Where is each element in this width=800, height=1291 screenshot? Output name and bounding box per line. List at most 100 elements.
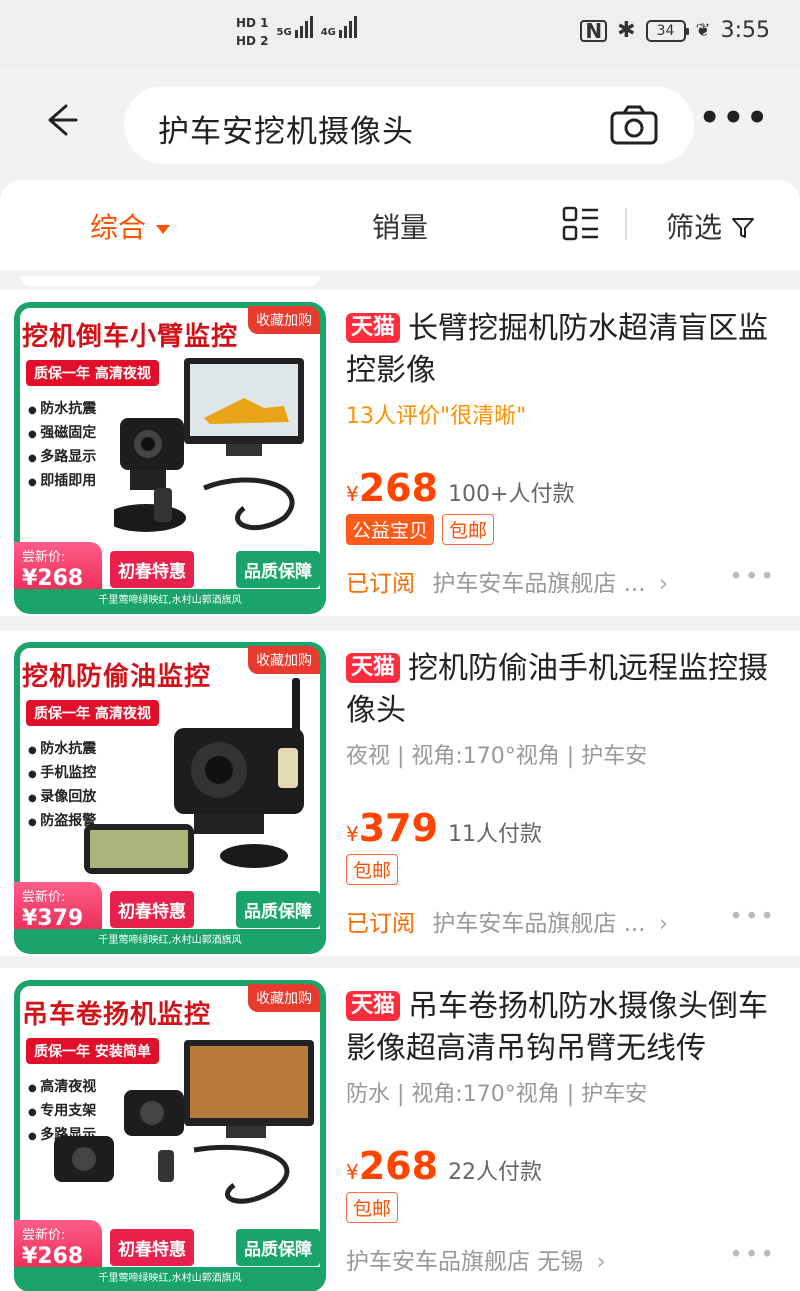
product-card[interactable]: 吊车卷扬机监控 收藏加购 质保一年 安装简单 高清夜视 专用支架 多路显示 尝新…: [0, 968, 800, 1291]
product-sales: 11人付款: [448, 822, 543, 847]
product-title[interactable]: 天猫 长臂挖掘机防水超清盲区监控影像: [346, 308, 786, 392]
shop-row[interactable]: 已订阅 护车安车品旗舰店 ... › •••: [346, 564, 786, 598]
camera-icon[interactable]: [610, 105, 658, 145]
wireless-camera-image: [84, 678, 304, 874]
thumb-footer-text: 千里莺啼绿映红,水村山郭酒旗风: [14, 589, 326, 608]
tab-sales-label: 销量: [372, 211, 429, 244]
clock: 3:55: [720, 18, 770, 43]
thumb-fav-badge: 收藏加购: [248, 984, 320, 1012]
currency-symbol: ¥: [346, 482, 359, 506]
tab-comprehensive-label: 综合: [90, 211, 147, 244]
thumb-headline: 吊车卷扬机监控: [22, 1000, 212, 1030]
thumb-feature: 防水抗震: [28, 398, 96, 422]
divider-strip: [20, 276, 320, 286]
tmall-badge: 天猫: [346, 991, 401, 1021]
product-info: 天猫 吊车卷扬机防水摄像头倒车影像超高清吊钩吊臂无线传 防水 | 视角:170°视…: [346, 986, 786, 1275]
chevron-right-icon: ›: [658, 911, 669, 937]
free-shipping-tag: 包邮: [442, 514, 495, 545]
product-sales: 22人付款: [448, 1160, 543, 1185]
tab-sales[interactable]: 销量: [372, 206, 428, 246]
product-sales: 100+人付款: [448, 482, 575, 507]
tab-filter[interactable]: 筛选: [666, 206, 755, 246]
shop-row[interactable]: 已订阅 护车安车品旗舰店 ... › •••: [346, 904, 786, 938]
product-review-summary: 13人评价"很清晰": [346, 404, 527, 429]
thumb-price-label: 尝新价:: [22, 890, 66, 905]
thumb-feature: 强磁固定: [28, 422, 96, 446]
thumb-price-value: ¥268: [22, 566, 84, 591]
subscribed-label: 已订阅: [346, 911, 415, 937]
shop-row[interactable]: 护车安车品旗舰店 无锡 › •••: [346, 1242, 786, 1276]
thumb-fav-badge: 收藏加购: [248, 306, 320, 334]
price-row: ¥ 268 22人付款: [346, 1144, 542, 1188]
thumb-spring-sale: 初春特惠: [110, 891, 194, 928]
sort-tabs: 综合 销量 筛选: [0, 180, 800, 270]
free-shipping-tag: 包邮: [346, 1192, 399, 1223]
battery-icon: 34: [645, 19, 689, 42]
net-4g-label: 4G: [320, 27, 336, 38]
search-input[interactable]: 护车安挖机摄像头: [124, 86, 694, 164]
product-title[interactable]: 天猫 吊车卷扬机防水摄像头倒车影像超高清吊钩吊臂无线传: [346, 986, 786, 1070]
currency-symbol: ¥: [346, 1160, 359, 1184]
thumb-price-value: ¥268: [22, 1244, 84, 1269]
thumb-price-label: 尝新价:: [22, 550, 66, 565]
shop-name: 护车安车品旗舰店 无锡: [346, 1249, 584, 1275]
nfc-icon: N: [580, 19, 608, 42]
caret-down-icon: [156, 224, 171, 234]
thumb-footer-text: 千里莺啼绿映红,水村山郭酒旗风: [14, 929, 326, 948]
product-attributes: 夜视 | 视角:170°视角 | 护车安: [346, 744, 648, 769]
tmall-badge: 天猫: [346, 313, 401, 343]
battery-level: 34: [656, 22, 675, 39]
product-thumbnail[interactable]: 挖机倒车小臂监控 收藏加购 质保一年 高清夜视 防水抗震 强磁固定 多路显示 即…: [14, 302, 326, 614]
signal-5g-icon: 5G: [277, 14, 313, 38]
product-card[interactable]: 挖机倒车小臂监控 收藏加购 质保一年 高清夜视 防水抗震 强磁固定 多路显示 即…: [0, 290, 800, 616]
more-options-icon[interactable]: •••: [729, 904, 776, 930]
product-price: 268: [358, 466, 439, 510]
tab-filter-label: 筛选: [666, 211, 723, 244]
leaf-icon: ❦: [695, 20, 711, 41]
product-info: 天猫 长臂挖掘机防水超清盲区监控影像 13人评价"很清晰" ¥ 268 100+人…: [346, 308, 786, 597]
currency-symbol: ¥: [346, 822, 359, 846]
product-thumbnail[interactable]: 吊车卷扬机监控 收藏加购 质保一年 安装简单 高清夜视 专用支架 多路显示 尝新…: [14, 980, 326, 1291]
product-title[interactable]: 天猫 挖机防偷油手机远程监控摄像头: [346, 648, 786, 732]
back-arrow-icon[interactable]: [40, 100, 80, 140]
list-view-icon[interactable]: [562, 206, 600, 242]
thumb-headline: 挖机倒车小臂监控: [22, 322, 239, 352]
net-5g-label: 5G: [276, 27, 292, 38]
thumb-quality: 品质保障: [236, 891, 320, 928]
chevron-right-icon: ›: [596, 1249, 606, 1275]
tmall-badge: 天猫: [346, 653, 401, 683]
product-thumbnail[interactable]: 挖机防偷油监控 收藏加购 质保一年 高清夜视 防水抗震 手机监控 录像回放 防盗…: [14, 642, 326, 954]
price-row: ¥ 379 11人付款: [346, 806, 542, 850]
charity-tag: 公益宝贝: [346, 514, 435, 545]
thumb-price-label: 尝新价:: [22, 1228, 66, 1243]
product-attributes: 防水 | 视角:170°视角 | 护车安: [346, 1082, 648, 1107]
subscribed-label: 已订阅: [346, 571, 415, 597]
product-tags: 包邮: [346, 1192, 399, 1223]
thumb-features: 防水抗震 强磁固定 多路显示 即插即用: [28, 398, 96, 494]
signal-4g-icon: 4G: [321, 14, 357, 38]
product-tags: 公益宝贝 包邮: [346, 514, 495, 545]
more-options-icon[interactable]: •••: [729, 1242, 776, 1268]
hd1-label: HD 1: [236, 16, 269, 30]
thumb-feature: 多路显示: [28, 446, 96, 470]
free-shipping-tag: 包邮: [346, 854, 399, 885]
hd-indicator: HD 1 HD 2: [236, 14, 269, 50]
product-title-text: 吊车卷扬机防水摄像头倒车影像超高清吊钩吊臂无线传: [346, 989, 769, 1066]
thumb-footer-text: 千里莺啼绿映红,水村山郭酒旗风: [14, 1267, 326, 1286]
price-row: ¥ 268 100+人付款: [346, 466, 575, 510]
product-title-text: 长臂挖掘机防水超清盲区监控影像: [346, 311, 769, 388]
shop-name: 护车安车品旗舰店 ...: [432, 571, 646, 597]
monitor-camera-image: [114, 358, 304, 532]
tab-comprehensive[interactable]: 综合: [90, 206, 171, 246]
chevron-right-icon: ›: [658, 571, 669, 597]
product-card[interactable]: 挖机防偷油监控 收藏加购 质保一年 高清夜视 防水抗震 手机监控 录像回放 防盗…: [0, 630, 800, 956]
shop-name: 护车安车品旗舰店 ...: [432, 911, 646, 937]
product-tags: 包邮: [346, 854, 399, 885]
product-price: 379: [358, 806, 439, 850]
search-query: 护车安挖机摄像头: [158, 114, 414, 150]
product-title-text: 挖机防偷油手机远程监控摄像头: [346, 651, 769, 728]
thumb-quality: 品质保障: [236, 551, 320, 588]
more-icon[interactable]: •••: [699, 98, 770, 138]
thumb-price-value: ¥379: [22, 906, 84, 931]
more-options-icon[interactable]: •••: [729, 564, 776, 590]
